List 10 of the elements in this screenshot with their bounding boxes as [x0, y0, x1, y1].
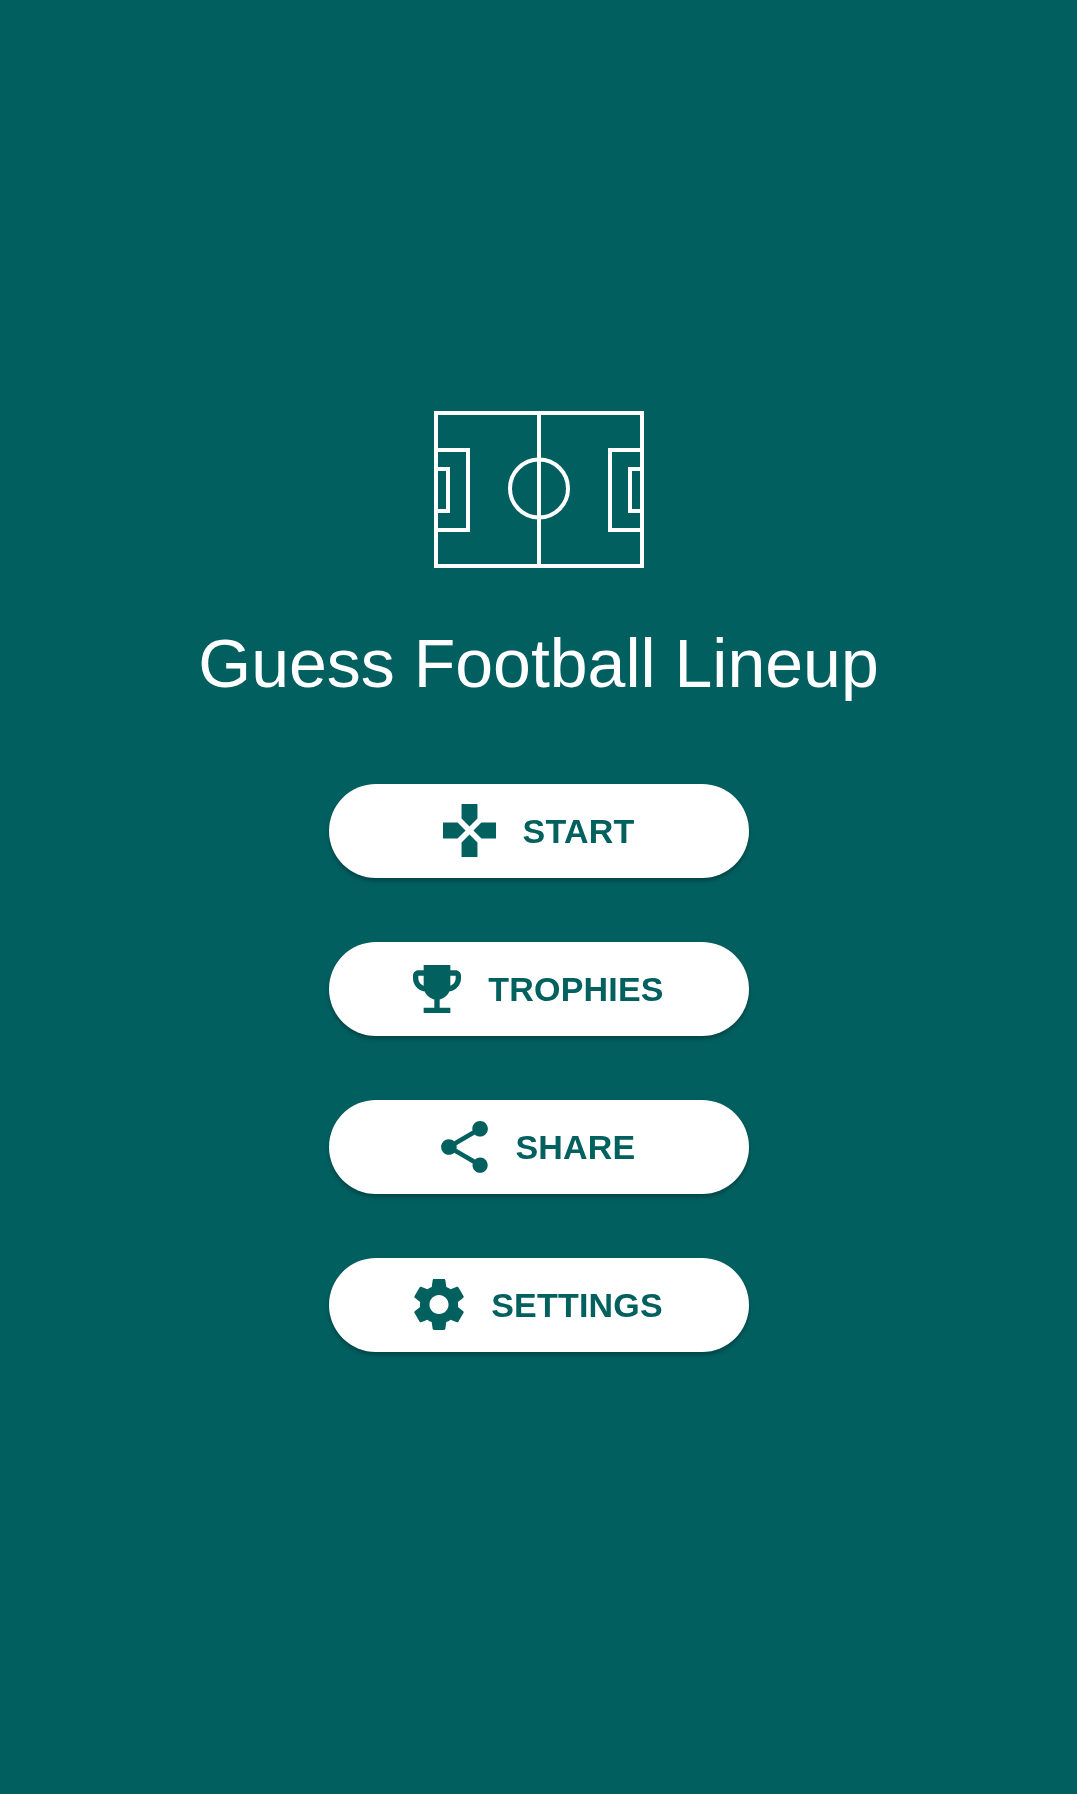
- share-button[interactable]: SHARE: [328, 1099, 749, 1194]
- share-icon: [441, 1120, 489, 1173]
- app-title: Guess Football Lineup: [198, 624, 879, 703]
- football-pitch-icon: [433, 411, 644, 568]
- settings-icon: [414, 1278, 465, 1332]
- gamepad-icon: [442, 804, 496, 858]
- start-button[interactable]: START: [328, 783, 749, 878]
- settings-button[interactable]: SETTINGS: [328, 1257, 749, 1352]
- trophies-button[interactable]: TROPHIES: [328, 941, 749, 1036]
- trophy-icon: [413, 964, 462, 1013]
